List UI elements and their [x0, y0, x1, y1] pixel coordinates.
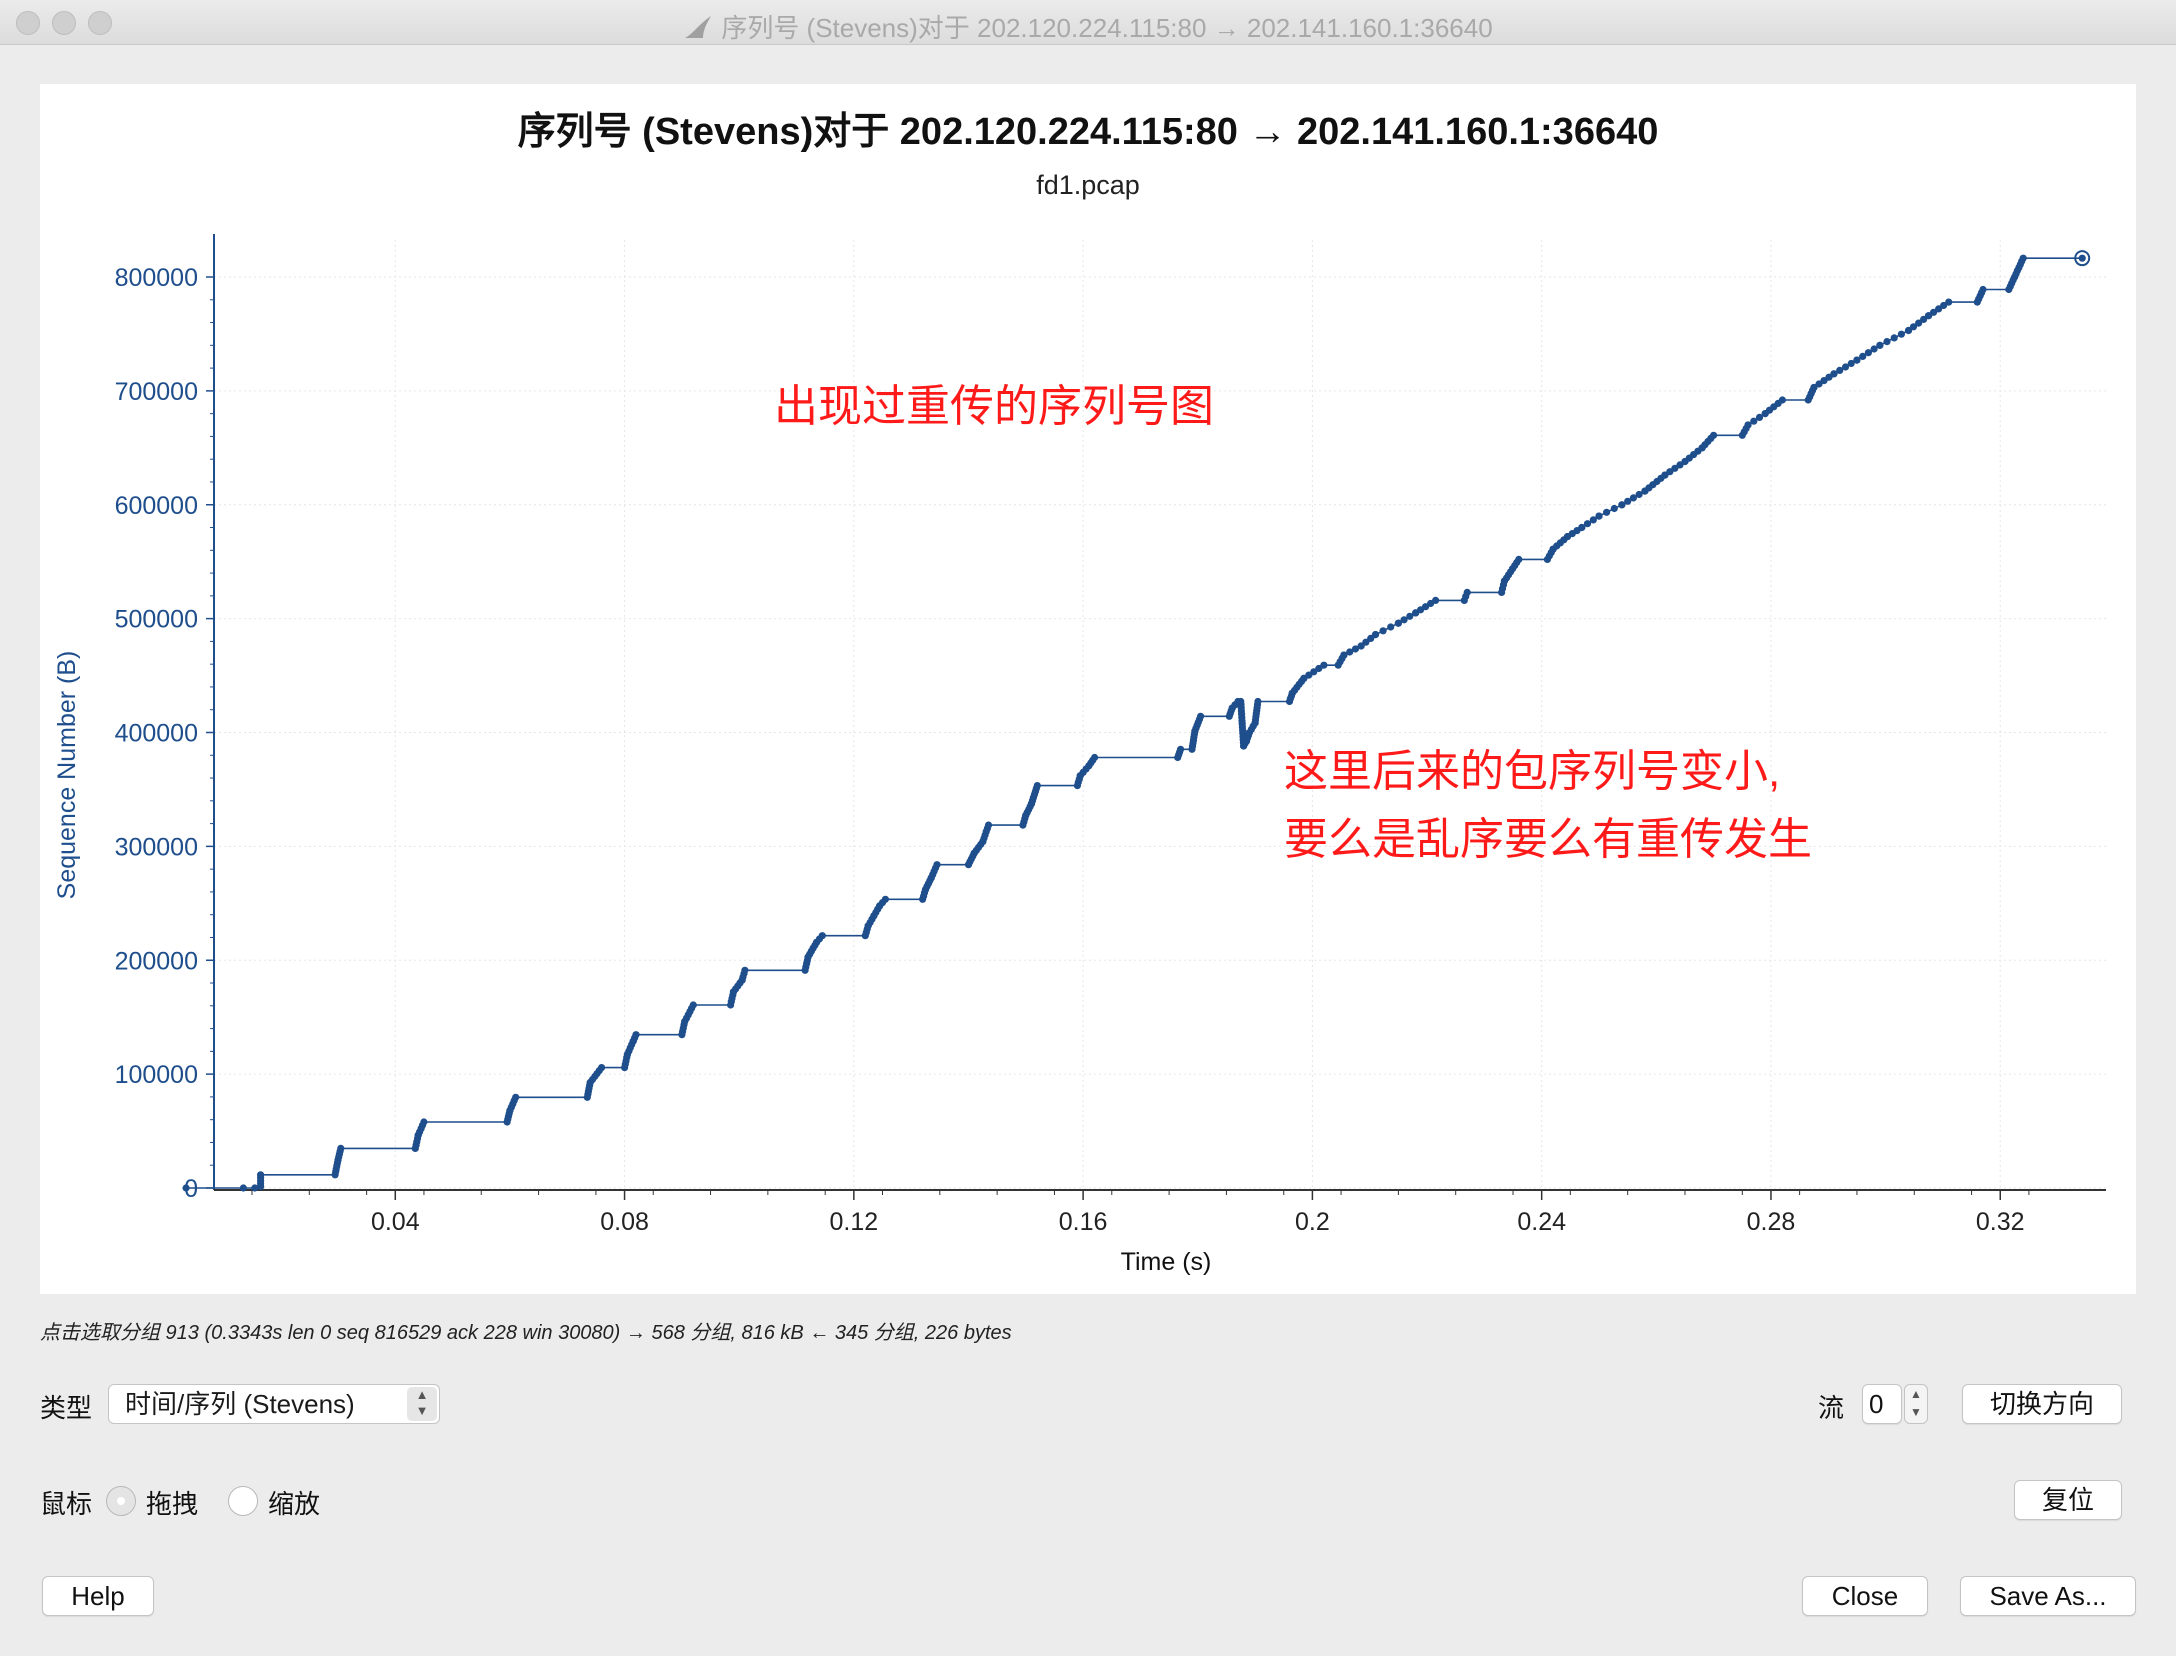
packet-point[interactable] — [1890, 334, 1898, 342]
packet-point[interactable] — [1091, 753, 1099, 762]
packet-point[interactable] — [1387, 623, 1395, 631]
x-tick-label: 0.24 — [1517, 1208, 1566, 1236]
drag-radio-label[interactable]: 拖拽 — [146, 1484, 198, 1521]
x-tick-label: 0.2 — [1295, 1208, 1330, 1236]
packet-point[interactable] — [1463, 588, 1471, 596]
annotation-top: 出现过重传的序列号图 — [774, 382, 1214, 431]
packet-point[interactable] — [741, 966, 749, 974]
drag-radio[interactable] — [106, 1486, 136, 1516]
y-tick-label: 400000 — [115, 720, 198, 748]
packet-point[interactable] — [182, 1184, 190, 1192]
switch-direction-button[interactable]: 切换方向 — [1962, 1384, 2122, 1424]
annotation-right-line2: 要么是乱序要么有重传发生 — [1284, 815, 1812, 864]
sequence-chart[interactable]: 0.04 0.08 0.12 0.16 0.2 0.24 0.28 0.32010000020… — [40, 84, 2136, 1294]
updown-chevron-icon: ▲ ▼ — [407, 1387, 437, 1421]
y-tick-label: 600000 — [115, 492, 198, 520]
packet-point[interactable] — [1883, 338, 1891, 346]
plot-area[interactable]: 0.04 0.08 0.12 0.16 0.2 0.24 0.28 0.32 0 100000 20… — [40, 84, 2136, 1294]
packet-point[interactable] — [1033, 782, 1041, 790]
window-title: 序列号 (Stevens)对于 202.120.224.115:80 → 202… — [0, 8, 2176, 47]
window-title-text: 序列号 (Stevens)对于 202.120.224.115:80 → 202… — [721, 13, 1493, 43]
y-tick-label: 300000 — [115, 833, 198, 861]
packet-point[interactable] — [337, 1144, 345, 1152]
packet-point[interactable] — [1979, 285, 1987, 294]
graph-type-value: 时间/序列 (Stevens) — [125, 1389, 355, 1419]
zoom-radio[interactable] — [228, 1486, 258, 1516]
y-tick-label: 100000 — [115, 1061, 198, 1089]
packet-point[interactable] — [1515, 555, 1523, 563]
y-tick-label: 700000 — [115, 378, 198, 406]
packet-point[interactable] — [984, 821, 993, 829]
graph-type-select[interactable]: 时间/序列 (Stevens) ▲ ▼ — [108, 1384, 440, 1424]
x-tick-label: 0.28 — [1747, 1208, 1796, 1236]
packet-point[interactable] — [1603, 508, 1611, 516]
packet-point[interactable] — [239, 1184, 247, 1192]
wireshark-fin-icon — [683, 14, 713, 47]
packet-point[interactable] — [1177, 745, 1185, 753]
packet-point[interactable] — [1945, 298, 1953, 306]
x-tick-label: 0.12 — [830, 1208, 879, 1236]
packet-point[interactable] — [1610, 504, 1618, 513]
packet-point[interactable] — [632, 1031, 640, 1039]
close-button[interactable]: Close — [1802, 1576, 1928, 1616]
packet-point[interactable] — [689, 1001, 697, 1009]
packet-point[interactable] — [1778, 396, 1786, 404]
save-as-button[interactable]: Save As... — [1960, 1576, 2136, 1616]
packet-point[interactable] — [1876, 341, 1884, 349]
packet-point[interactable] — [1595, 512, 1603, 520]
packet-point[interactable] — [1320, 661, 1328, 669]
packet-point[interactable] — [881, 895, 890, 903]
stream-input[interactable]: 0 — [1862, 1384, 1902, 1424]
status-hint: 点击选取分组 913 (0.3343s len 0 seq 816529 ack… — [40, 1322, 1012, 1344]
packet-point[interactable] — [1197, 712, 1205, 720]
packet-point[interactable] — [1432, 596, 1440, 605]
y-tick-label: 200000 — [115, 947, 198, 975]
packet-point[interactable] — [2019, 254, 2027, 262]
reset-button[interactable]: 复位 — [2014, 1480, 2122, 1520]
selected-packet-point[interactable] — [2078, 254, 2086, 262]
packet-point[interactable] — [933, 861, 941, 869]
stream-label: 流 — [1818, 1393, 1845, 1423]
zoom-radio-label[interactable]: 缩放 — [268, 1484, 320, 1521]
x-axis-label: Time (s) — [1121, 1248, 1212, 1276]
packet-point[interactable] — [1371, 631, 1380, 639]
packet-point[interactable] — [420, 1118, 428, 1126]
stream-stepper[interactable]: ▲ ▼ — [1904, 1384, 1928, 1424]
y-axis-label: Sequence Number (B) — [53, 651, 81, 900]
x-tick-label: 0.32 — [1976, 1208, 2025, 1236]
stream-value: 0 — [1869, 1389, 1884, 1419]
packet-point[interactable] — [818, 932, 826, 940]
help-button[interactable]: Help — [42, 1576, 154, 1616]
packet-point[interactable] — [1710, 431, 1718, 439]
packet-point[interactable] — [1254, 697, 1262, 706]
x-tick-label: 0.08 — [600, 1208, 649, 1236]
packet-point[interactable] — [1897, 330, 1905, 338]
x-tick-label: 0.04 — [371, 1208, 420, 1236]
packet-point[interactable] — [512, 1093, 520, 1101]
chart-title: 序列号 (Stevens)对于 202.120.224.115:80 → 202… — [517, 111, 1659, 153]
type-label: 类型 — [40, 1393, 93, 1423]
mouse-label: 鼠标 — [40, 1489, 93, 1519]
y-tick-label: 500000 — [115, 606, 198, 634]
x-tick-label: 0.16 — [1059, 1208, 1108, 1236]
title-bar: 序列号 (Stevens)对于 202.120.224.115:80 → 202… — [0, 0, 2176, 45]
packet-point[interactable] — [257, 1171, 265, 1179]
packet-point[interactable] — [1379, 627, 1387, 635]
annotation-right-line1: 这里后来的包序列号变小, — [1284, 747, 1781, 796]
chart-subtitle: fd1.pcap — [1036, 170, 1140, 200]
packet-point[interactable] — [598, 1064, 606, 1072]
y-tick-label: 800000 — [115, 264, 198, 292]
